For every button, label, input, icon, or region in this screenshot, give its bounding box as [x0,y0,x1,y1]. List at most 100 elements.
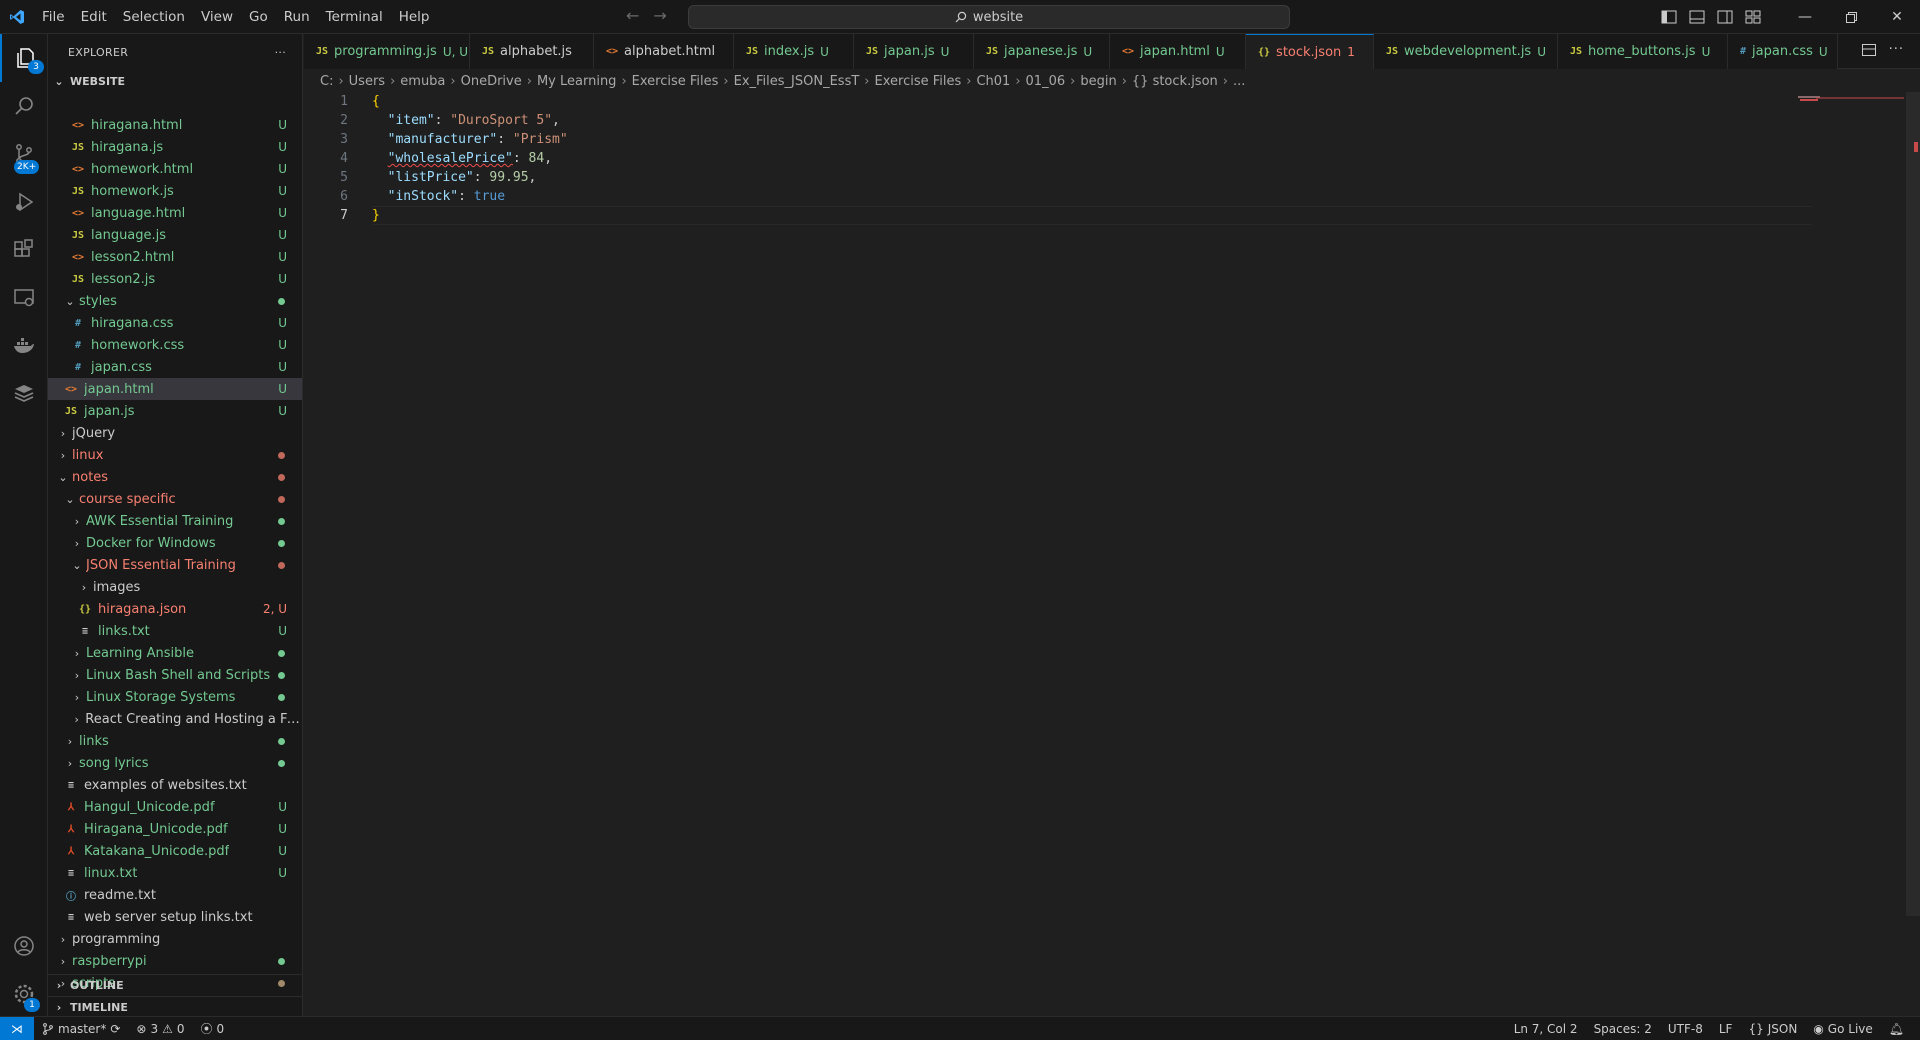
folder-item[interactable]: ⌄ notes [48,466,302,488]
cursor-position[interactable]: Ln 7, Col 2 [1506,1022,1586,1036]
tab-webdevelopment-js[interactable]: JS webdevelopment.js U [1374,34,1558,69]
folder-item[interactable]: › programming [48,928,302,950]
layers-activity-button[interactable] [0,370,48,418]
command-center-search[interactable]: website [688,5,1290,29]
file-item[interactable]: ⓘ readme.txt [48,884,302,906]
folder-item[interactable]: › React Creating and Hosting a Full... [48,708,302,730]
file-item[interactable]: <> language.html U [48,202,302,224]
menu-item-file[interactable]: File [34,5,73,29]
accounts-activity-button[interactable] [0,922,48,970]
branch-indicator[interactable]: master* ⟳ [34,1022,128,1036]
file-item[interactable]: ⅄ Katakana_Unicode.pdf U [48,840,302,862]
folder-item[interactable]: › links [48,730,302,752]
code-line[interactable]: } [372,206,568,225]
folder-item[interactable]: › Learning Ansible [48,642,302,664]
tab-japan-js[interactable]: JS japan.js U [854,34,974,69]
minimize-button[interactable]: — [1782,0,1828,34]
remote-indicator-button[interactable]: ⋊ [0,1016,34,1040]
close-window-button[interactable]: ✕ [1874,0,1920,34]
breadcrumb-item[interactable]: Users [349,74,385,89]
source-control-activity-button[interactable]: 2K+ [0,130,48,178]
menu-item-go[interactable]: Go [241,5,276,29]
file-item[interactable]: <> hiragana.html U [48,114,302,136]
search-activity-button[interactable] [0,82,48,130]
encoding[interactable]: UTF-8 [1660,1022,1711,1036]
file-item[interactable]: <> japan.html U [48,378,302,400]
tab-alphabet-html[interactable]: <> alphabet.html [594,34,734,69]
folder-item[interactable]: ⌄ styles [48,290,302,312]
explorer-activity-button[interactable]: 3 [0,34,48,82]
extensions-activity-button[interactable] [0,226,48,274]
outline-section-header[interactable]: › OUTLINE [48,974,302,996]
file-item[interactable]: JS japan.js U [48,400,302,422]
breadcrumb-item[interactable]: emuba [400,74,445,89]
folder-item[interactable]: › song lyrics [48,752,302,774]
folder-item[interactable]: › jQuery [48,422,302,444]
sync-icon[interactable]: ⟳ [110,1022,120,1036]
breadcrumb-item[interactable]: C: [320,74,333,89]
more-actions-button[interactable]: ··· [275,46,286,59]
file-item[interactable]: ≡ links.txt U [48,620,302,642]
file-item[interactable]: # homework.css U [48,334,302,356]
timeline-section-header[interactable]: › TIMELINE [48,996,302,1016]
indentation[interactable]: Spaces: 2 [1586,1022,1660,1036]
file-item[interactable]: ≡ examples of websites.txt [48,774,302,796]
workspace-section-header[interactable]: ⌄ WEBSITE [48,70,302,92]
menu-item-selection[interactable]: Selection [115,5,193,29]
code-line[interactable]: "item": "DuroSport 5", [372,111,568,130]
tab-programming-js[interactable]: JS programming.js U, U [304,34,470,69]
notifications-button[interactable]: 🔔︎ [1881,1022,1912,1036]
split-editor-icon[interactable] [1861,42,1877,62]
code-line[interactable]: "manufacturer": "Prism" [372,130,568,149]
file-item[interactable]: ≡ linux.txt U [48,862,302,884]
menu-item-terminal[interactable]: Terminal [318,5,391,29]
breadcrumb-item[interactable]: Ex_Files_JSON_EssT [734,74,860,89]
menu-item-help[interactable]: Help [391,5,438,29]
code-line[interactable]: "wholesalePrice": 84, [372,149,568,168]
code-line[interactable]: "inStock": true [372,187,568,206]
code-line[interactable]: "listPrice": 99.95, [372,168,568,187]
file-item[interactable]: # japan.css U [48,356,302,378]
tab-stock-json[interactable]: {} stock.json 1 [1246,34,1374,69]
docker-activity-button[interactable] [0,322,48,370]
back-arrow-icon[interactable]: ← [626,6,639,25]
folder-item[interactable]: ⌄ course specific [48,488,302,510]
remote-explorer-activity-button[interactable] [0,274,48,322]
folder-item[interactable]: › linux [48,444,302,466]
restore-button[interactable] [1828,0,1874,34]
tab-japan-html[interactable]: <> japan.html U [1110,34,1246,69]
code-editor[interactable]: 1 2 3 4 5 6 7 { "item": "DuroSport 5", "manufa… [304,92,1920,1016]
code-content[interactable]: { "item": "DuroSport 5", "manufacturer":… [372,92,568,225]
file-item[interactable]: <> homework.html U [48,158,302,180]
folder-item[interactable]: › Linux Storage Systems [48,686,302,708]
toggle-panel-icon[interactable] [1688,8,1706,26]
file-item[interactable]: JS hiragana.js U [48,136,302,158]
menu-item-run[interactable]: Run [276,5,318,29]
breadcrumb-item[interactable]: Exercise Files [632,74,719,89]
file-item[interactable]: JS lesson2.js U [48,268,302,290]
tab-japanese-js[interactable]: JS japanese.js U [974,34,1110,69]
file-item[interactable]: # hiragana.css U [48,312,302,334]
file-item[interactable]: ⅄ Hangul_Unicode.pdf U [48,796,302,818]
more-actions-icon[interactable]: ··· [1889,42,1904,62]
breadcrumb-item[interactable]: ... [1233,74,1245,89]
folder-item[interactable]: ⌄ JSON Essential Training [48,554,302,576]
manage-activity-button[interactable]: 1 [0,970,48,1018]
customize-layout-icon[interactable] [1744,8,1762,26]
file-item[interactable]: ⅄ Hiragana_Unicode.pdf U [48,818,302,840]
breadcrumb-item[interactable]: Ch01 [976,74,1010,89]
file-item[interactable]: JS homework.js U [48,180,302,202]
tab-home_buttons-js[interactable]: JS home_buttons.js U [1558,34,1728,69]
file-item[interactable]: JS language.js U [48,224,302,246]
breadcrumb-item[interactable]: begin [1080,74,1116,89]
folder-item[interactable]: › images [48,576,302,598]
file-item[interactable]: {} hiragana.json 2, U [48,598,302,620]
file-item[interactable]: <> lesson2.html U [48,246,302,268]
tab-japan-css[interactable]: # japan.css U [1728,34,1838,69]
folder-item[interactable]: › AWK Essential Training [48,510,302,532]
run-debug-activity-button[interactable] [0,178,48,226]
breadcrumb-item[interactable]: OneDrive [461,74,522,89]
folder-item[interactable]: › Docker for Windows [48,532,302,554]
go-live-button[interactable]: ◉ Go Live [1805,1022,1880,1036]
breadcrumb-item[interactable]: My Learning [537,74,616,89]
